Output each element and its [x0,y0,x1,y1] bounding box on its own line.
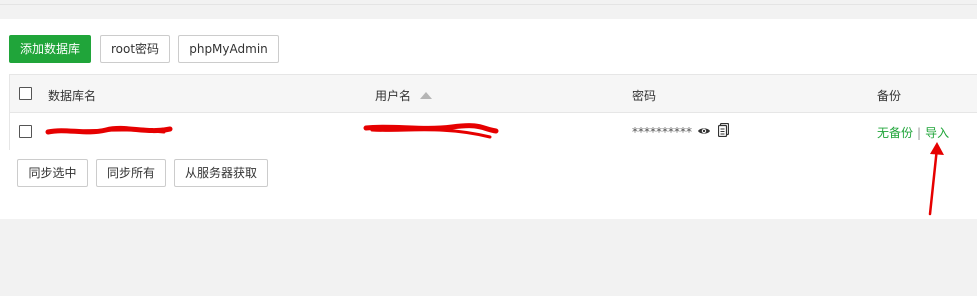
column-header-password: 密码 [632,87,656,104]
column-header-username[interactable]: 用户名 [375,87,433,104]
table-header: 数据库名 用户名 密码 备份 [10,75,977,113]
redacted-database-name [45,125,173,135]
column-header-backup: 备份 [877,87,901,104]
password-cell: ********** [632,125,692,139]
top-divider [0,4,977,5]
root-password-button[interactable]: root密码 [100,35,170,63]
fetch-from-server-button[interactable]: 从服务器获取 [174,159,268,187]
copy-icon[interactable] [718,123,729,137]
database-panel: 添加数据库 root密码 phpMyAdmin 数据库名 用户名 密码 备份 *… [0,19,977,219]
database-table: 数据库名 用户名 密码 备份 ********** 无备份 | 导入 [9,74,977,150]
table-row: ********** 无备份 | 导入 [10,113,977,150]
annotation-arrow-icon [928,142,944,216]
no-backup-link[interactable]: 无备份 [877,126,913,140]
eye-icon[interactable] [697,126,711,136]
select-all-checkbox[interactable] [19,87,32,100]
column-header-database-name-label: 数据库名 [48,89,97,103]
sort-ascending-icon[interactable] [420,92,433,99]
sync-all-button[interactable]: 同步所有 [96,159,166,187]
sync-selected-button[interactable]: 同步选中 [17,159,88,187]
password-masked: ********** [632,125,692,139]
column-header-password-label: 密码 [632,89,657,103]
column-header-database-name[interactable]: 数据库名 [48,87,96,104]
column-header-username-label: 用户名 [375,89,412,103]
row-checkbox[interactable] [19,125,32,138]
phpmyadmin-button[interactable]: phpMyAdmin [178,35,279,63]
add-database-button[interactable]: 添加数据库 [9,35,91,63]
redacted-username [363,123,499,139]
column-header-backup-label: 备份 [877,89,902,103]
